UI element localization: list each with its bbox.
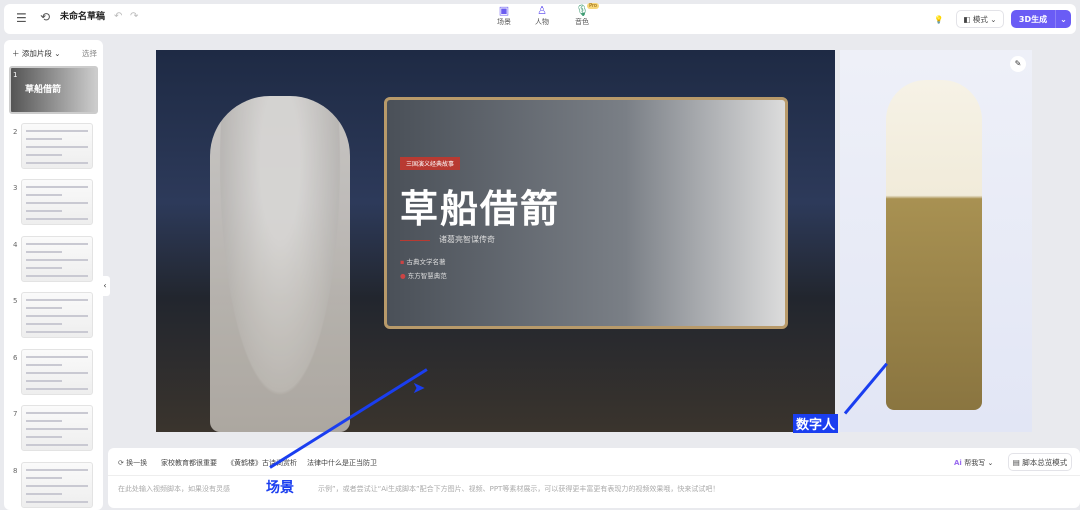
add-clip-label: 添加片段 <box>21 49 52 58</box>
clip-thumbnail[interactable] <box>21 292 93 338</box>
slide-bullet: ● 东方智慧典范 <box>400 272 447 280</box>
nav-label: 音色 <box>575 18 589 26</box>
collapse-sidebar-button[interactable]: ‹ <box>100 276 110 296</box>
lightbulb-icon: 💡 <box>934 14 944 24</box>
clip-thumbnail[interactable] <box>21 122 93 169</box>
chevron-down-icon: ⌄ <box>987 14 997 24</box>
clip-number: 5 <box>13 297 18 305</box>
clip-number: 7 <box>13 410 18 418</box>
nav-label: 人物 <box>535 18 549 26</box>
scene-figure <box>210 96 350 432</box>
clip-number: 2 <box>13 127 18 136</box>
arrowhead-icon: ➤ <box>412 378 426 397</box>
edit-pencil-icon[interactable]: ✎ <box>1010 56 1026 72</box>
clip-number: 4 <box>13 240 18 249</box>
panel-icon: ◧ <box>963 14 973 24</box>
tips-button[interactable]: 💡 <box>930 10 948 28</box>
slide-title: 草船借箭 <box>400 187 561 231</box>
generate-3d-button[interactable]: 3D生成 ⌄ <box>1011 10 1071 28</box>
placeholder-text: 示例”，或者尝试让“Ai生成脚本”配合下方图片、视频、PPT等素材展示，可以获得… <box>318 485 720 493</box>
scene-icon: ▣ <box>498 4 510 17</box>
clip-number: 1 <box>13 71 18 79</box>
clip-thumbnail[interactable] <box>21 179 93 225</box>
nav-person[interactable]: ♙ 人物 <box>527 4 557 27</box>
placeholder-text: 在此处输入视频脚本，如果没有灵感 <box>118 485 230 493</box>
nav-scene[interactable]: ▣ 场景 <box>489 4 519 27</box>
topic-chip[interactable]: 法律中什么是正当防卫 <box>307 458 377 468</box>
chevron-down-icon[interactable]: ⌄ <box>1055 10 1071 28</box>
select-button[interactable]: 选择 <box>82 48 97 59</box>
bullet-text: 古典文学名著 <box>406 258 446 266</box>
topic-chip[interactable]: 家校教育都很重要 <box>161 458 217 468</box>
digital-avatar[interactable] <box>886 80 982 410</box>
annotation-scene-label: 场景 <box>264 477 296 497</box>
bullet-text: 东方智慧典范 <box>407 272 447 280</box>
clip-thumbnail[interactable] <box>21 405 93 451</box>
mode-label: 模式 <box>972 14 988 24</box>
add-clip-button[interactable]: ＋ 添加片段 ⌄ <box>12 48 61 59</box>
slide-bullet: ▪ 古典文学名著 <box>400 258 446 266</box>
clip-number: 3 <box>13 184 18 192</box>
menu-icon[interactable]: ☰ <box>16 11 27 25</box>
draft-title[interactable]: 未命名草稿 <box>60 9 105 22</box>
script-panel <box>108 448 1080 508</box>
annotation-avatar-label: 数字人 <box>793 414 839 433</box>
generate-label: 3D生成 <box>1018 14 1048 24</box>
divider <box>108 475 1080 476</box>
pro-badge: Pro <box>587 3 599 9</box>
ppt-slide[interactable]: 三国演义经典故事 草船借箭 诸葛亮智谋传奇 ▪ 古典文学名著 ● 东方智慧典范 <box>384 97 788 329</box>
book-icon: ▤ <box>1012 457 1023 467</box>
ai-write-label: 帮我写 <box>964 459 986 467</box>
script-overview-button[interactable]: ▤ 脚本总览模式 <box>1008 453 1072 471</box>
nav-voice[interactable]: 🎙 音色 Pro <box>567 3 599 27</box>
refresh-label: 换一换 <box>126 459 148 467</box>
slide-tag: 三国演义经典故事 <box>400 157 461 170</box>
divider <box>400 240 430 241</box>
clip-thumbnail[interactable] <box>21 348 93 395</box>
history-icon[interactable]: ⟲ <box>40 10 50 24</box>
undo-icon[interactable]: ↶ <box>114 11 122 22</box>
clip-thumbnail[interactable] <box>21 235 93 282</box>
topic-chip[interactable]: 《黄鹤楼》古诗词赏析 <box>227 458 297 468</box>
ai-icon: Ai <box>954 459 965 467</box>
mode-dropdown[interactable]: ◧ 模式 ⌄ <box>956 10 1004 28</box>
clip-title: 草船借箭 <box>25 85 62 95</box>
overview-label: 脚本总览模式 <box>1022 457 1068 467</box>
ai-write-dropdown[interactable]: Ai 帮我写 ⌄ <box>954 458 993 468</box>
person-icon: ♙ <box>537 4 547 17</box>
redo-icon[interactable]: ↷ <box>130 11 138 22</box>
clip-number: 6 <box>13 353 18 362</box>
slide-subtitle: 诸葛亮智谋传奇 <box>439 235 495 244</box>
clip-number: 8 <box>13 466 18 475</box>
refresh-topics-button[interactable]: ⟳ 换一换 <box>118 458 147 468</box>
clip-thumbnail[interactable]: 草船借箭 <box>9 66 98 114</box>
nav-label: 场景 <box>497 18 511 26</box>
script-input[interactable]: 在此处输入视频脚本，如果没有灵感 示例”，或者尝试让“Ai生成脚本”配合下方图片、… <box>118 484 719 494</box>
clip-thumbnail[interactable] <box>21 461 93 508</box>
